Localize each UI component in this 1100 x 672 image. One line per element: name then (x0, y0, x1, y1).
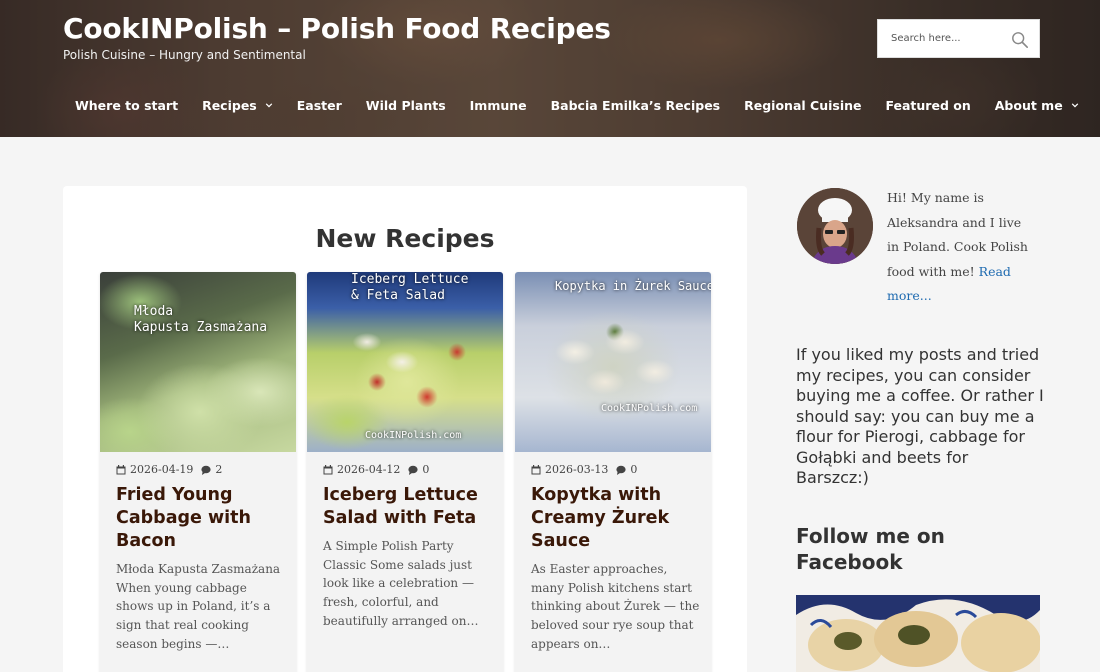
facebook-image[interactable] (796, 595, 1040, 672)
recipe-thumbnail[interactable]: Iceberg Lettuce & Feta Salad CookINPolis… (307, 272, 503, 452)
recipe-excerpt: As Easter approaches, many Polish kitche… (531, 562, 700, 651)
image-watermark: CookINPolish.com (601, 403, 698, 414)
comment-count: 0 (422, 463, 430, 476)
recipe-date: 2026-03-13 (545, 463, 609, 476)
site-tagline: Polish Cuisine – Hungry and Sentimental (63, 48, 306, 62)
bio-text: Hi! My name is Aleksandra and I live in … (887, 186, 1037, 309)
follow-heading: Follow me on Facebook (796, 524, 945, 574)
comment-icon (616, 465, 627, 475)
recipe-excerpt: Młoda Kapusta Zasmażana When young cabba… (116, 562, 281, 651)
recipe-meta: 2026-03-13 0 (531, 463, 637, 476)
site-title[interactable]: CookINPolish – Polish Food Recipes (63, 12, 611, 45)
image-caption-line: Iceberg Lettuce (351, 272, 469, 287)
image-caption-line: Kapusta Zasmażana (134, 320, 268, 336)
recipe-comments[interactable]: 2 (201, 463, 222, 476)
image-caption-line: Kopytka in Żurek Sauce (555, 279, 711, 293)
main-nav: Where to start Recipes Easter Wild Plant… (63, 92, 1091, 118)
recipe-comments[interactable]: 0 (408, 463, 429, 476)
pierogi-photo-icon (796, 595, 1040, 672)
section-heading: New Recipes (315, 224, 495, 253)
site-header: CookINPolish – Polish Food Recipes Polis… (0, 0, 1100, 137)
image-caption: Młoda Kapusta Zasmażana (134, 304, 267, 337)
nav-item-wild-plants[interactable]: Wild Plants (354, 92, 458, 118)
recipe-card[interactable]: Kopytka in Żurek Sauce CookINPolish.com … (515, 272, 711, 672)
recipe-title[interactable]: Iceberg Lettuce Salad with Feta (323, 484, 493, 530)
search-input[interactable] (878, 20, 998, 57)
comment-count: 0 (630, 463, 638, 476)
nav-item-label: Babcia Emilka’s Recipes (550, 97, 721, 113)
recipe-meta: 2026-04-12 0 (323, 463, 429, 476)
comment-icon (408, 465, 419, 475)
search-icon[interactable] (1011, 31, 1029, 49)
recipe-title[interactable]: Fried Young Cabbage with Bacon (116, 484, 286, 553)
nav-item-easter[interactable]: Easter (285, 92, 354, 118)
calendar-icon (323, 464, 333, 474)
comment-icon (201, 465, 212, 475)
recipe-card[interactable]: Młoda Kapusta Zasmażana 2026-04-19 2 Fri… (100, 272, 296, 672)
recipe-date: 2026-04-19 (130, 463, 194, 476)
nav-item-immune[interactable]: Immune (458, 92, 539, 118)
nav-item-label: Where to start (75, 97, 179, 113)
recipe-card[interactable]: Iceberg Lettuce & Feta Salad CookINPolis… (307, 272, 503, 672)
nav-item-about-me[interactable]: About me (983, 92, 1091, 118)
nav-item-where-to-start[interactable]: Where to start (63, 92, 190, 118)
chevron-down-icon (265, 103, 272, 108)
image-caption: Kopytka in Żurek Sauce (555, 279, 711, 294)
image-caption: Iceberg Lettuce & Feta Salad (351, 272, 468, 305)
nav-item-label: Wild Plants (365, 97, 446, 113)
chevron-down-icon (1071, 103, 1078, 108)
recipe-excerpt: A Simple Polish Party Classic Some salad… (323, 539, 479, 628)
support-text: If you liked my posts and tried my recip… (796, 345, 1044, 487)
calendar-icon (116, 464, 126, 474)
nav-item-featured-on[interactable]: Featured on (873, 92, 982, 118)
nav-item-label: Recipes (202, 97, 257, 113)
nav-item-recipes[interactable]: Recipes (190, 92, 285, 118)
calendar-icon (531, 464, 541, 474)
recipe-comments[interactable]: 0 (616, 463, 637, 476)
main-content: New Recipes Młoda Kapusta Zasmażana 2026… (63, 186, 747, 672)
image-watermark: CookINPolish.com (365, 430, 462, 441)
recipe-date: 2026-04-12 (337, 463, 401, 476)
nav-item-label: Immune (469, 97, 527, 113)
nav-item-label: About me (994, 97, 1063, 113)
recipe-title[interactable]: Kopytka with Creamy Żurek Sauce (531, 484, 701, 553)
nav-item-babcia-emilka[interactable]: Babcia Emilka’s Recipes (539, 92, 732, 118)
comment-count: 2 (215, 463, 223, 476)
image-caption-line: & Feta Salad (351, 288, 445, 304)
recipe-meta: 2026-04-19 2 (116, 463, 222, 476)
image-caption-line: Młoda (134, 304, 174, 319)
nav-item-label: Easter (296, 97, 342, 113)
nav-item-regional-cuisine[interactable]: Regional Cuisine (732, 92, 873, 118)
chef-avatar-icon (797, 188, 873, 264)
avatar (797, 188, 873, 264)
recipe-thumbnail[interactable]: Kopytka in Żurek Sauce CookINPolish.com (515, 272, 711, 452)
nav-item-label: Regional Cuisine (744, 97, 862, 113)
search-box (877, 19, 1040, 58)
nav-item-label: Featured on (885, 97, 971, 113)
recipe-thumbnail[interactable]: Młoda Kapusta Zasmażana (100, 272, 296, 452)
